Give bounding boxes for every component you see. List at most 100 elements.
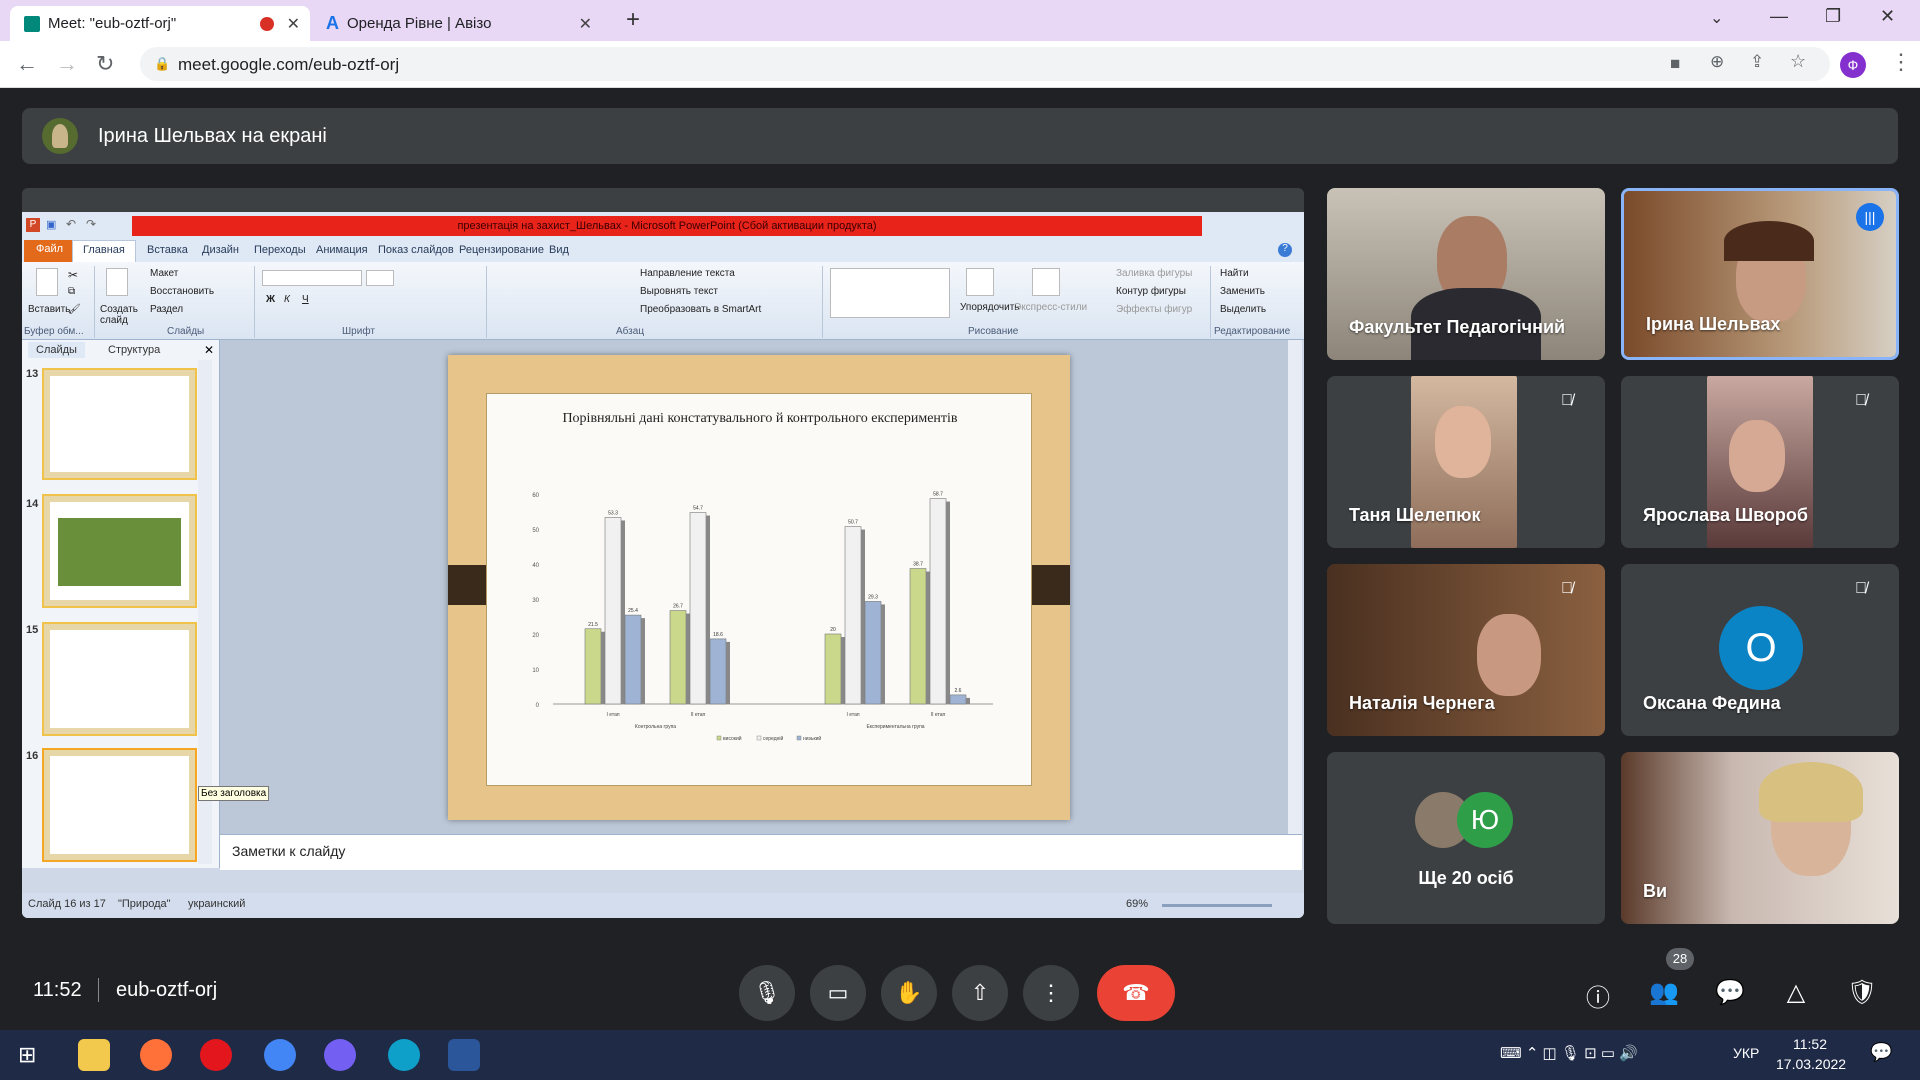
restore-icon[interactable]: ❐ (1825, 6, 1841, 27)
tray-icons[interactable]: ⌨ ⌃ ◫ 🎙 ⊡ ▭ 🔊 (1500, 1044, 1638, 1062)
select-button[interactable]: Выделить (1220, 304, 1266, 315)
font-size-field[interactable] (366, 270, 394, 286)
copy-icon[interactable]: ⧉ (68, 286, 75, 297)
leave-call-button[interactable]: ☎ (1097, 965, 1175, 1021)
new-slide-label[interactable]: Создать слайд (100, 304, 140, 326)
host-controls-icon[interactable]: 🛡 (1846, 978, 1878, 1010)
chrome-icon[interactable] (264, 1039, 296, 1071)
close-tab-icon[interactable]: ✕ (287, 14, 300, 34)
shape-outline-button[interactable]: Контур фигуры (1116, 286, 1186, 297)
arrange-icon[interactable] (966, 268, 994, 296)
profile-avatar[interactable]: Ф (1840, 52, 1866, 78)
microphone-button[interactable]: 🎙 (739, 965, 795, 1021)
menu-review[interactable]: Рецензирование (459, 244, 544, 256)
bold-icon[interactable]: Ж (266, 294, 275, 305)
opera-icon[interactable] (200, 1039, 232, 1071)
self-tile[interactable]: Ви (1621, 752, 1899, 924)
layout-button[interactable]: Макет (150, 268, 178, 279)
menu-slideshow[interactable]: Показ слайдов (378, 244, 454, 256)
quick-styles-icon[interactable] (1032, 268, 1060, 296)
canvas-scrollbar[interactable] (1288, 340, 1302, 834)
replace-button[interactable]: Заменить (1220, 286, 1265, 297)
word-icon[interactable] (448, 1039, 480, 1071)
new-tab-icon[interactable]: + (626, 6, 640, 34)
activities-icon[interactable]: △ (1780, 978, 1812, 1010)
more-participants-tile[interactable]: Ю Ще 20 осіб (1327, 752, 1605, 924)
firefox-icon[interactable] (140, 1039, 172, 1071)
participant-tile[interactable]: О 🎙̸ Оксана Федина (1621, 564, 1899, 736)
font-name-field[interactable] (262, 270, 362, 286)
slide-thumbnail-selected[interactable] (42, 748, 197, 862)
close-window-icon[interactable]: ✕ (1880, 6, 1895, 27)
paste-label[interactable]: Вставить (28, 304, 70, 315)
edge-icon[interactable] (388, 1039, 420, 1071)
underline-icon[interactable]: Ч (302, 294, 309, 305)
windows-start-icon[interactable]: ⊞ (18, 1042, 36, 1068)
zoom-slider[interactable] (1162, 904, 1272, 907)
close-tab-icon[interactable]: ✕ (579, 14, 592, 34)
smartart-button[interactable]: Преобразовать в SmartArt (640, 304, 761, 315)
browser-menu-icon[interactable]: ⋮ (1890, 49, 1912, 75)
bookmark-star-icon[interactable]: ☆ (1790, 51, 1806, 72)
save-icon[interactable]: ▣ (46, 218, 56, 231)
format-painter-icon[interactable]: 🖌 (68, 304, 81, 315)
chat-icon[interactable]: 💬 (1714, 978, 1746, 1010)
input-language[interactable]: УКР (1733, 1045, 1759, 1061)
shape-fill-button[interactable]: Заливка фигуры (1116, 268, 1192, 279)
notifications-icon[interactable]: 💬 (1870, 1042, 1892, 1063)
share-icon[interactable]: ⇪ (1750, 52, 1764, 72)
menu-animation[interactable]: Анимация (316, 244, 368, 256)
participant-tile[interactable]: 🎙̸ Таня Шелепюк (1327, 376, 1605, 548)
help-icon[interactable]: ? (1278, 243, 1292, 257)
menu-design[interactable]: Дизайн (202, 244, 239, 256)
italic-icon[interactable]: К (284, 294, 290, 305)
menu-home[interactable]: Главная (72, 240, 136, 262)
back-icon[interactable]: ← (16, 51, 38, 77)
slide-thumbnail[interactable] (42, 368, 197, 480)
menu-view[interactable]: Вид (549, 244, 569, 256)
taskbar-time[interactable]: 11:52 (1793, 1036, 1827, 1052)
url-field[interactable]: 🔒 meet.google.com/eub-oztf-orj ■ ⊕ ⇪ ☆ (140, 47, 1830, 81)
minimize-icon[interactable]: — (1770, 6, 1788, 27)
restore-button[interactable]: Восстановить (150, 286, 214, 297)
shapes-gallery[interactable] (830, 268, 950, 318)
info-icon[interactable]: ⓘ (1582, 978, 1614, 1012)
people-icon[interactable]: 👥 (1648, 978, 1680, 1010)
slide-thumbnail[interactable] (42, 622, 197, 736)
reload-icon[interactable]: ↻ (96, 51, 114, 77)
taskbar-date[interactable]: 17.03.2022 (1776, 1056, 1846, 1072)
tab-avizo[interactable]: A Оренда Рівне | Авізо ✕ (312, 6, 602, 41)
file-explorer-icon[interactable] (78, 1039, 110, 1071)
text-direction-button[interactable]: Направление текста (640, 268, 735, 279)
participant-tile[interactable]: Факультет Педагогічний (1327, 188, 1605, 360)
shape-effects-button[interactable]: Эффекты фигур (1116, 304, 1192, 315)
tab-search-icon[interactable]: ⌄ (1710, 8, 1723, 28)
viber-icon[interactable] (324, 1039, 356, 1071)
present-button[interactable]: ⇧ (952, 965, 1008, 1021)
arrange-button[interactable]: Упорядочить (960, 302, 1020, 313)
align-text-button[interactable]: Выровнять текст (640, 286, 718, 297)
notes-field[interactable]: Заметки к слайду (220, 834, 1302, 870)
raise-hand-button[interactable]: ✋ (881, 965, 937, 1021)
close-pane-icon[interactable]: ✕ (204, 343, 214, 357)
tab-outline[interactable]: Структура (100, 342, 168, 358)
tab-meet[interactable]: Meet: "eub-oztf-orj" ✕ (10, 6, 310, 41)
zoom-icon[interactable]: ⊕ (1710, 52, 1724, 72)
camera-button[interactable]: ▭ (810, 965, 866, 1021)
more-options-button[interactable]: ⋮ (1023, 965, 1079, 1021)
tab-slides[interactable]: Слайды (28, 342, 85, 358)
current-slide[interactable]: Порівняльні дані констатувального й конт… (448, 355, 1070, 820)
camera-icon[interactable]: ■ (1670, 54, 1680, 74)
menu-insert[interactable]: Вставка (147, 244, 188, 256)
section-button[interactable]: Раздел (150, 304, 183, 315)
slide-thumbnail[interactable] (42, 494, 197, 608)
menu-transitions[interactable]: Переходы (254, 244, 306, 256)
quick-styles-button[interactable]: Экспресс-стили (1014, 302, 1087, 313)
paste-icon[interactable] (36, 268, 58, 296)
new-slide-icon[interactable] (106, 268, 128, 296)
participant-tile-speaking[interactable]: ||| Ірина Шельвах (1621, 188, 1899, 360)
find-button[interactable]: Найти (1220, 268, 1249, 279)
redo-icon[interactable]: ↷ (86, 217, 96, 231)
participant-tile[interactable]: 🎙̸ Ярослава Швороб (1621, 376, 1899, 548)
menu-file[interactable]: Файл (24, 240, 76, 262)
